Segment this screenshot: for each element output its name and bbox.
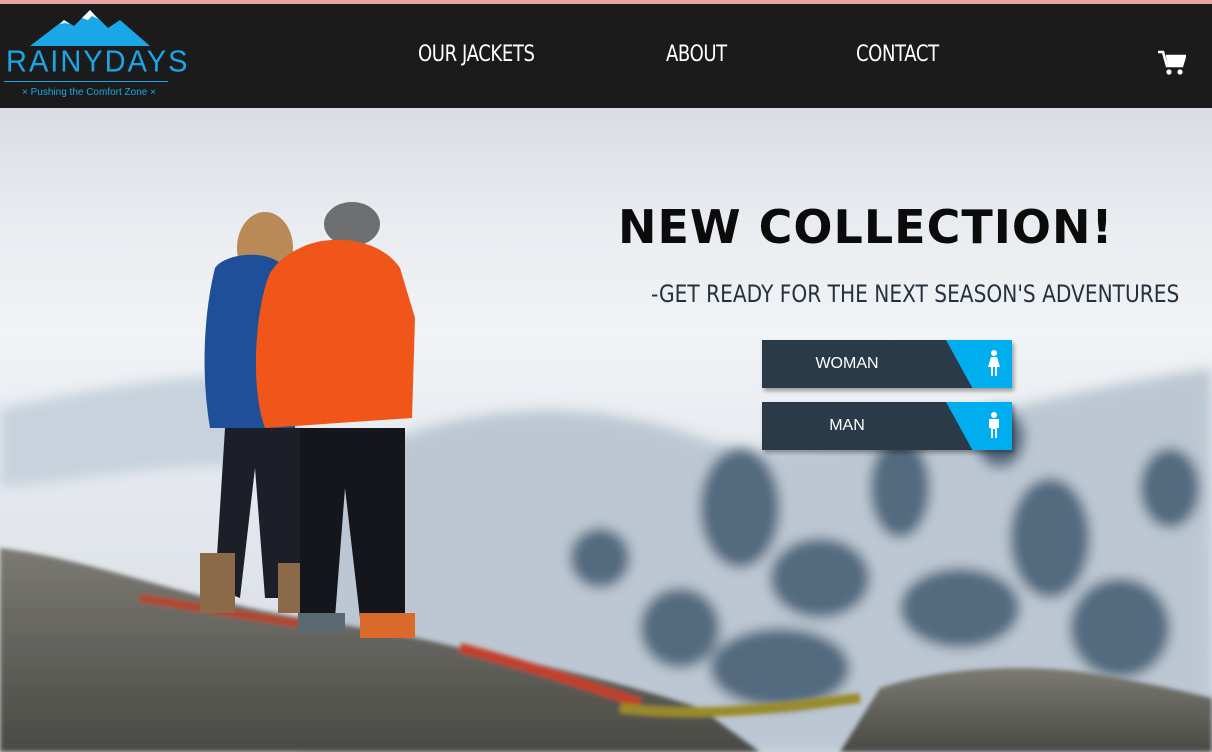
nav-our-jackets[interactable]: OUR JACKETS <box>418 42 535 67</box>
male-person-icon <box>989 412 999 438</box>
brand-logo[interactable]: RAINYDAYS × Pushing the Comfort Zone × <box>4 8 187 104</box>
man-button-accent <box>946 402 1012 450</box>
woman-button-accent <box>946 340 1012 388</box>
hero-subtitle: -GET READY FOR THE NEXT SEASON'S ADVENTU… <box>651 280 1180 308</box>
logo-wordmark: RAINYDAYS <box>6 45 190 79</box>
man-button[interactable]: MAN <box>762 402 1012 450</box>
navbar: RAINYDAYS × Pushing the Comfort Zone × O… <box>0 4 1212 108</box>
female-person-icon <box>988 350 1000 376</box>
cart-icon[interactable] <box>1158 50 1187 81</box>
mountain-logo-icon <box>30 10 150 46</box>
nav-contact[interactable]: CONTACT <box>856 42 939 67</box>
logo-divider <box>4 81 168 82</box>
man-button-label: MAN <box>829 417 865 434</box>
logo-tagline: × Pushing the Comfort Zone × <box>22 87 156 98</box>
woman-button-label: WOMAN <box>815 355 879 372</box>
nav-about[interactable]: ABOUT <box>666 42 727 67</box>
woman-button[interactable]: WOMAN <box>762 340 1012 388</box>
hero-section: NEW COLLECTION! -GET READY FOR THE NEXT … <box>0 108 1212 752</box>
hero-title: NEW COLLECTION! <box>618 200 1114 254</box>
